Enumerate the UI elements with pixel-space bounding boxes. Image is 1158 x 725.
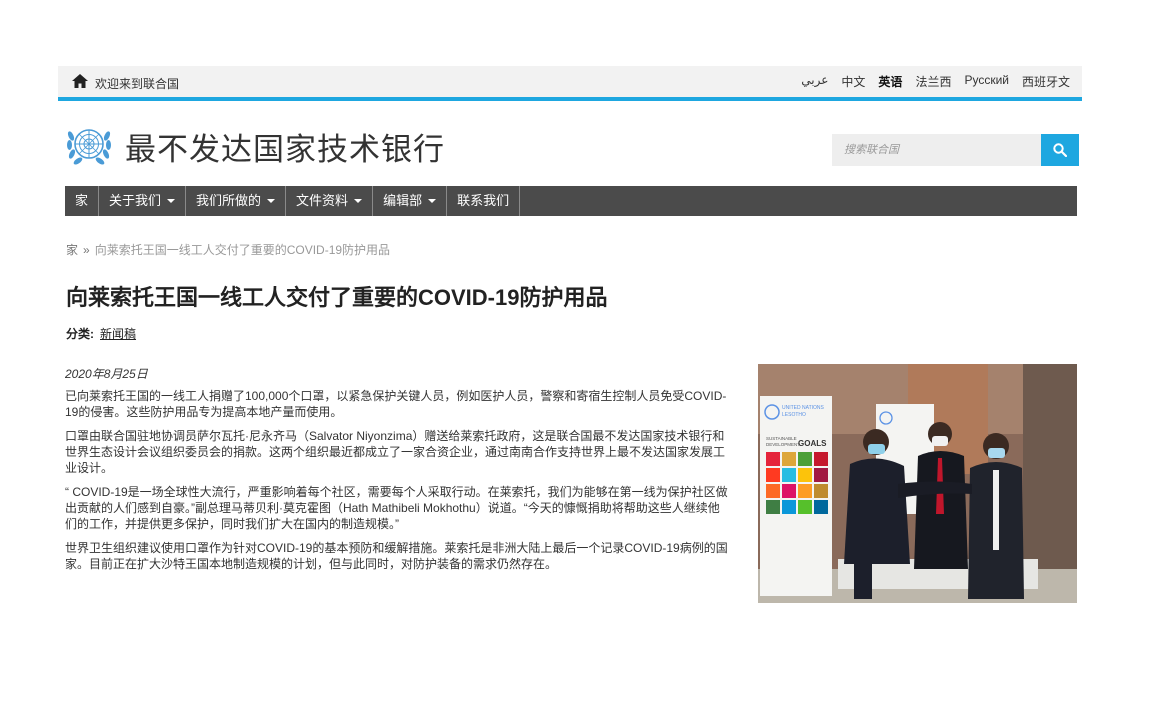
article-date: 2020年8月25日 xyxy=(65,367,148,381)
caret-down-icon xyxy=(267,199,276,203)
lang-english[interactable]: 英语 xyxy=(878,73,902,90)
search-icon xyxy=(1053,143,1067,157)
article-body: 2020年8月25日 已向莱索托王国的一线工人捐赠了100,000个口罩，以紧急… xyxy=(65,366,730,607)
category-line: 分类: 新闻稿 xyxy=(66,325,136,342)
main-nav: 家 关于我们 我们所做的 文件资料 编辑部 联系我们 xyxy=(65,186,1077,216)
site-title[interactable]: 最不发达国家技术银行 xyxy=(125,124,445,169)
language-switcher: عربي 中文 英语 法兰西 Русский 西班牙文 xyxy=(801,73,1070,90)
article-photo: UNITED NATIONS LESOTHO SUSTAINABLE DEVEL… xyxy=(758,364,1077,603)
breadcrumb-current: 向莱索托王国一线工人交付了重要的COVID-19防护用品 xyxy=(94,243,391,257)
page-title: 向莱索托王国一线工人交付了重要的COVID-19防护用品 xyxy=(66,285,608,310)
nav-about-us[interactable]: 关于我们 xyxy=(99,186,187,216)
category-label: 分类: xyxy=(66,327,94,341)
banner-org-line-2: LESOTHO xyxy=(782,412,806,418)
nav-documents[interactable]: 文件资料 xyxy=(286,186,374,216)
article-photo-illustration: UNITED NATIONS LESOTHO SUSTAINABLE DEVEL… xyxy=(758,364,1077,603)
article-paragraph-3: “ COVID-19是一场全球性大流行，严重影响着每个社区，需要每个人采取行动。… xyxy=(65,485,728,531)
search-input[interactable] xyxy=(832,134,1041,166)
lang-chinese[interactable]: 中文 xyxy=(841,73,865,90)
sdg-line-1: SUSTAINABLE xyxy=(766,436,797,441)
caret-down-icon xyxy=(167,199,176,203)
nav-what-we-do-label: 我们所做的 xyxy=(196,193,262,208)
nav-contact-us[interactable]: 联系我们 xyxy=(447,186,521,216)
search-button[interactable] xyxy=(1041,134,1079,166)
nav-contact-us-label: 联系我们 xyxy=(457,193,510,208)
breadcrumb-separator: » xyxy=(83,243,90,257)
lang-arabic[interactable]: عربي xyxy=(801,73,828,90)
sdg-line-3: GOALS xyxy=(798,439,827,448)
welcome-text: 欢迎来到联合国 xyxy=(95,77,180,91)
lang-russian[interactable]: Русский xyxy=(964,73,1009,90)
un-emblem-logo[interactable] xyxy=(66,122,112,168)
breadcrumb: 家 » 向莱索托王国一线工人交付了重要的COVID-19防护用品 xyxy=(66,241,390,258)
banner-org-line-1: UNITED NATIONS xyxy=(782,405,825,411)
nav-documents-label: 文件资料 xyxy=(296,193,349,208)
article-paragraph-2: 口罩由联合国驻地协调员萨尔瓦托·尼永齐马（Salvator Niyonzima）… xyxy=(65,429,726,475)
nav-what-we-do[interactable]: 我们所做的 xyxy=(186,186,287,216)
nav-home[interactable]: 家 xyxy=(65,186,100,216)
caret-down-icon xyxy=(354,199,363,203)
breadcrumb-home[interactable]: 家 xyxy=(66,243,78,257)
caret-down-icon xyxy=(428,199,437,203)
nav-about-us-label: 关于我们 xyxy=(109,193,162,208)
home-icon[interactable] xyxy=(72,74,88,88)
sdg-line-2: DEVELOPMENT xyxy=(766,442,800,447)
article-paragraph-1: 已向莱索托王国的一线工人捐赠了100,000个口罩，以紧急保护关键人员，例如医护… xyxy=(65,389,727,419)
lang-spanish[interactable]: 西班牙文 xyxy=(1022,73,1070,90)
nav-home-label: 家 xyxy=(75,193,89,208)
nav-newsroom[interactable]: 编辑部 xyxy=(373,186,448,216)
nav-newsroom-label: 编辑部 xyxy=(383,193,423,208)
lang-french[interactable]: 法兰西 xyxy=(915,73,951,90)
article-paragraph-4: 世界卫生组织建议使用口罩作为针对COVID-19的基本预防和缓解措施。莱索托是非… xyxy=(65,541,728,571)
category-link[interactable]: 新闻稿 xyxy=(100,327,136,341)
top-bar: 欢迎来到联合国 عربي 中文 英语 法兰西 Русский 西班牙文 xyxy=(58,66,1082,101)
